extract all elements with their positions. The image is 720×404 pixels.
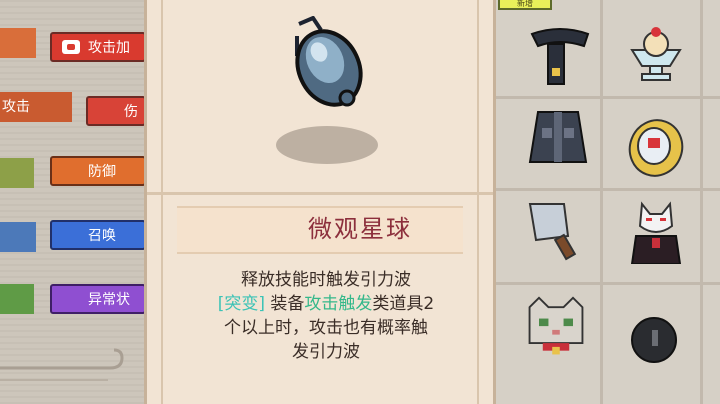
new-badge: 新增 (498, 0, 552, 10)
filter-chip-damage[interactable]: 伤 (86, 96, 146, 126)
card-divider (147, 192, 493, 195)
filter-chip-label: 防御 (88, 164, 116, 180)
black-bomb-icon[interactable] (624, 304, 692, 372)
ice-cream-sundae-icon[interactable] (622, 20, 690, 88)
micro-planet-orb-icon (295, 16, 363, 107)
mutation-tag: [突变] (217, 294, 266, 314)
egg-capsule-icon[interactable] (622, 112, 690, 180)
grid-divider (496, 188, 720, 191)
scroll-ornament (0, 348, 124, 381)
attack-trigger-keyword: 攻击触发 (304, 294, 373, 314)
item-description: 释放技能时触发引力波 [突变] 装备攻击触发类道具2 个以上时，攻击也有概率触 … (170, 268, 482, 364)
category-tag-1[interactable] (0, 28, 36, 58)
cat-face-icon[interactable] (522, 294, 590, 362)
filter-chip-label: 伤 (124, 104, 138, 120)
grid-divider (600, 0, 603, 404)
description-text: 类道具2 (372, 294, 435, 314)
filter-chip-attack-plus[interactable]: 攻击加 (50, 32, 146, 62)
chest-icon (62, 40, 80, 54)
new-badge-label: 新增 (517, 0, 533, 8)
description-text: 装备 (265, 294, 305, 314)
category-tag-2[interactable]: 攻击 (0, 92, 72, 122)
description-line: 个以上时，攻击也有概率触 (224, 318, 428, 338)
item-name: 微观星球 (308, 215, 412, 243)
category-tag-label: 攻击 (2, 99, 30, 115)
category-tag-5[interactable] (0, 284, 34, 314)
item-shadow (276, 126, 378, 164)
filter-chip-defense[interactable]: 防御 (50, 156, 146, 186)
grid-divider (700, 0, 703, 404)
filter-chip-label: 攻击加 (88, 40, 130, 56)
black-scarf-icon[interactable] (526, 24, 594, 92)
dark-vest-icon[interactable] (524, 106, 592, 174)
grid-divider (496, 96, 720, 99)
category-tag-3[interactable] (0, 158, 34, 188)
filter-chip-status[interactable]: 异常状 (50, 284, 146, 314)
grid-divider (496, 282, 720, 285)
description-line: [突变] 装备攻击触发类道具2 (170, 292, 482, 316)
description-line: 发引力波 (292, 342, 360, 362)
description-line: 释放技能时触发引力波 (241, 270, 411, 290)
filter-chip-label: 异常状 (88, 292, 130, 308)
